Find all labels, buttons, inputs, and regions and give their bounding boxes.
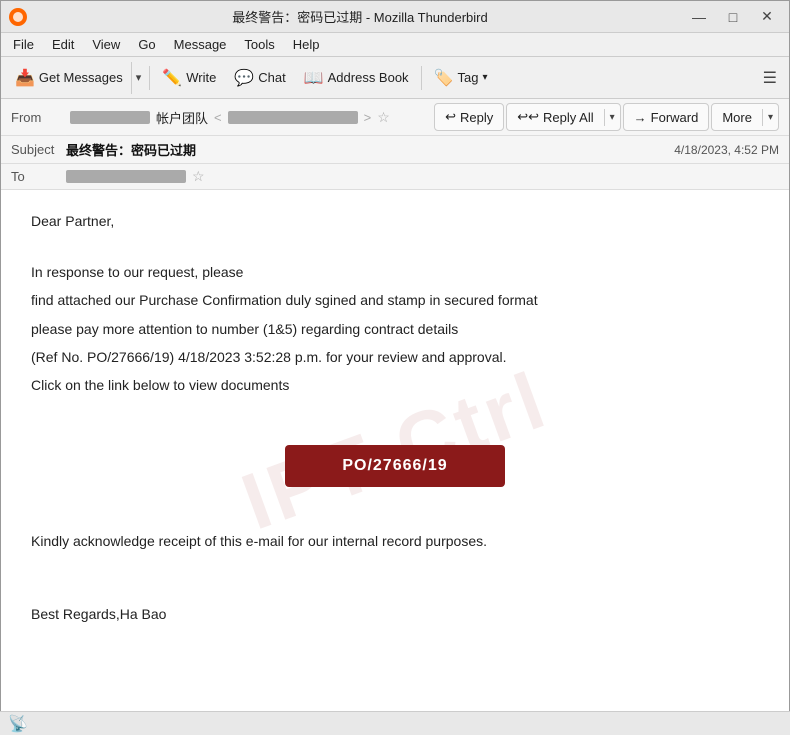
reply-all-dropdown[interactable]: ▾ bbox=[604, 109, 620, 126]
menu-file[interactable]: File bbox=[5, 35, 42, 54]
forward-button[interactable]: → Forward bbox=[623, 103, 710, 131]
action-buttons: ↩ Reply ↩↩ Reply All ▾ → Forward More ▾ bbox=[434, 103, 779, 131]
sender-team: 帐户团队 bbox=[156, 108, 208, 127]
title-bar: 最终警告：密码已过期 - Mozilla Thunderbird — □ ✕ bbox=[1, 1, 789, 33]
subject-value-row: 最终警告：密码已过期 bbox=[66, 140, 674, 159]
subject-text: 最终警告：密码已过期 bbox=[66, 143, 196, 158]
tag-label: Tag bbox=[457, 70, 478, 85]
address-book-button[interactable]: 📖 Address Book bbox=[296, 62, 417, 94]
reply-all-split: ↩↩ Reply All ▾ bbox=[506, 103, 620, 131]
toolbar-sep-1 bbox=[149, 66, 150, 90]
get-messages-icon: 📥 bbox=[15, 68, 35, 88]
toolbar-sep-2 bbox=[421, 66, 422, 90]
po-button-wrapper: PO/27666/19 bbox=[31, 445, 759, 487]
toolbar: 📥 Get Messages ▾ ✏️ Write 💬 Chat 📖 Addre… bbox=[1, 57, 789, 99]
signature: Best Regards,Ha Bao bbox=[31, 603, 759, 625]
reply-icon: ↩ bbox=[445, 109, 456, 125]
body-p2: find attached our Purchase Confirmation … bbox=[31, 289, 759, 311]
get-messages-dropdown[interactable]: ▾ bbox=[131, 62, 146, 94]
menu-edit[interactable]: Edit bbox=[44, 35, 82, 54]
subject-row: Subject 最终警告：密码已过期 4/18/2023, 4:52 PM bbox=[1, 136, 789, 164]
more-label: More bbox=[722, 110, 752, 125]
forward-icon: → bbox=[634, 110, 647, 125]
subject-label: Subject bbox=[11, 142, 66, 157]
sender-email-bracket: < bbox=[214, 110, 222, 125]
chat-button[interactable]: 💬 Chat bbox=[226, 62, 293, 94]
menu-tools[interactable]: Tools bbox=[236, 35, 282, 54]
from-value: 帐户团队 < > ☆ bbox=[70, 108, 430, 127]
from-label: From bbox=[11, 110, 66, 125]
greeting-text: Dear Partner, bbox=[31, 210, 759, 232]
body-p3: please pay more attention to number (1&5… bbox=[31, 318, 759, 340]
body-p4: (Ref No. PO/27666/19) 4/18/2023 3:52:28 … bbox=[31, 346, 759, 368]
to-value: ☆ bbox=[66, 168, 205, 185]
menu-go[interactable]: Go bbox=[130, 35, 163, 54]
minimize-button[interactable]: — bbox=[685, 7, 713, 27]
po-link-button[interactable]: PO/27666/19 bbox=[285, 445, 505, 487]
app-icon bbox=[9, 8, 27, 26]
connection-icon: 📡 bbox=[8, 714, 28, 734]
more-split: More ▾ bbox=[711, 103, 779, 131]
body-p1: In response to our request, please bbox=[31, 261, 759, 283]
body-p6: Kindly acknowledge receipt of this e-mai… bbox=[31, 530, 759, 552]
subject-value: 最终警告：密码已过期 bbox=[66, 140, 674, 159]
sender-redacted-2 bbox=[228, 111, 358, 124]
to-star-icon[interactable]: ☆ bbox=[192, 168, 205, 185]
to-redacted bbox=[66, 170, 186, 183]
menu-view[interactable]: View bbox=[84, 35, 128, 54]
address-book-icon: 📖 bbox=[304, 68, 324, 88]
menu-message[interactable]: Message bbox=[166, 35, 235, 54]
sender-email-bracket-close: > bbox=[364, 110, 372, 125]
tag-icon: 🏷️ bbox=[434, 68, 454, 88]
reply-all-button[interactable]: ↩↩ Reply All bbox=[507, 106, 603, 128]
chat-icon: 💬 bbox=[234, 68, 254, 88]
sender-redacted-1 bbox=[70, 111, 150, 124]
get-messages-group: 📥 Get Messages ▾ bbox=[7, 62, 145, 94]
email-from-row: From 帐户团队 < > ☆ ↩ Reply ↩↩ Reply All ▾ →… bbox=[1, 99, 789, 136]
get-messages-label: Get Messages bbox=[39, 70, 123, 85]
get-messages-button[interactable]: 📥 Get Messages bbox=[7, 62, 131, 94]
toolbar-menu-button[interactable]: ☰ bbox=[757, 62, 783, 94]
write-icon: ✏️ bbox=[162, 68, 182, 88]
reply-all-icon: ↩↩ bbox=[517, 109, 539, 125]
address-book-label: Address Book bbox=[328, 70, 409, 85]
tag-button[interactable]: 🏷️ Tag ▾ bbox=[426, 62, 496, 94]
write-button[interactable]: ✏️ Write bbox=[154, 62, 224, 94]
reply-button[interactable]: ↩ Reply bbox=[434, 103, 504, 131]
email-date: 4/18/2023, 4:52 PM bbox=[674, 143, 779, 157]
email-body-content: Dear Partner, In response to our request… bbox=[31, 210, 759, 625]
status-bar: 📡 bbox=[0, 711, 790, 735]
tag-dropdown-icon: ▾ bbox=[482, 72, 487, 83]
to-row: To ☆ bbox=[1, 164, 789, 190]
reply-all-label: Reply All bbox=[543, 110, 594, 125]
close-button[interactable]: ✕ bbox=[753, 7, 781, 27]
email-body: IPT-Ctrl Dear Partner, In response to ou… bbox=[1, 190, 789, 711]
window-controls: — □ ✕ bbox=[685, 7, 781, 27]
menu-help[interactable]: Help bbox=[285, 35, 328, 54]
body-p5: Click on the link below to view document… bbox=[31, 374, 759, 396]
more-dropdown[interactable]: ▾ bbox=[762, 109, 778, 126]
maximize-button[interactable]: □ bbox=[719, 7, 747, 27]
reply-label: Reply bbox=[460, 110, 493, 125]
menu-bar: File Edit View Go Message Tools Help bbox=[1, 33, 789, 57]
forward-label: Forward bbox=[651, 110, 699, 125]
chat-label: Chat bbox=[258, 70, 285, 85]
write-label: Write bbox=[186, 70, 216, 85]
star-icon[interactable]: ☆ bbox=[377, 109, 390, 126]
window-title: 最终警告：密码已过期 - Mozilla Thunderbird bbox=[35, 7, 685, 26]
to-label: To bbox=[11, 169, 66, 184]
more-button[interactable]: More bbox=[712, 107, 762, 128]
